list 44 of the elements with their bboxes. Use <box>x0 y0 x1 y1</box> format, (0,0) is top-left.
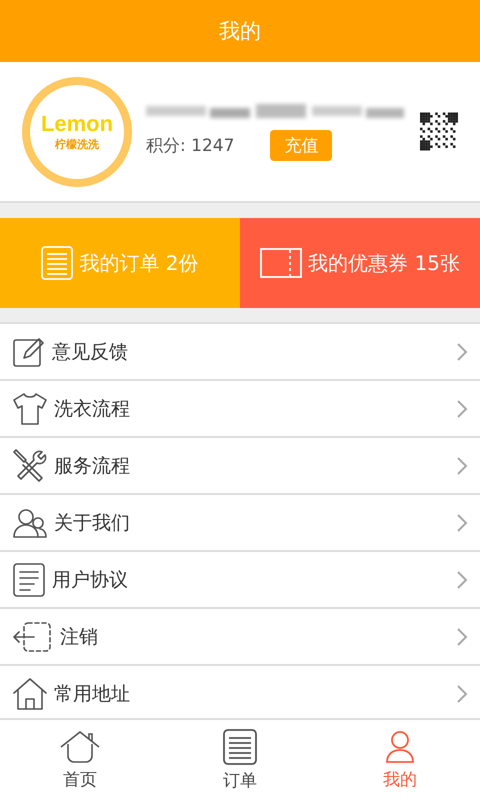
tab[interactable]: 首页 <box>0 720 160 800</box>
menu-item[interactable]: 常用地址 <box>0 666 480 718</box>
chevron-icon <box>456 684 468 704</box>
menu-item[interactable]: 意见反馈 <box>0 324 480 381</box>
coupon-icon <box>260 248 302 278</box>
card-label: 我的订单 2份 <box>79 250 199 276</box>
menu-item[interactable]: 用户协议 <box>0 552 480 609</box>
menu-item[interactable]: 关于我们 <box>0 495 480 552</box>
list-icon <box>223 728 257 764</box>
menu-label: 用户协议 <box>52 568 129 592</box>
menu-label: 洗衣流程 <box>54 396 131 422</box>
logo-caption: 柠檬洗洗 <box>55 137 99 152</box>
tab-label: 订单 <box>223 770 257 792</box>
menu-label: 常用地址 <box>54 682 131 706</box>
menu-item[interactable]: 洗衣流程 <box>0 381 480 438</box>
tab[interactable]: 订单 <box>160 720 320 800</box>
points-label: 积分: 1247 <box>146 135 234 157</box>
card-label: 我的优惠券 15张 <box>308 250 460 276</box>
people-icon <box>12 506 48 538</box>
menu-item[interactable]: 注销 <box>0 609 480 666</box>
chevron-icon <box>456 398 468 418</box>
house-icon <box>12 676 48 710</box>
menu-item[interactable]: 服务流程 <box>0 438 480 495</box>
menu-label: 意见反馈 <box>52 340 129 364</box>
page-title: 我的 <box>219 18 261 45</box>
chevron-icon <box>456 626 468 646</box>
home-icon <box>59 730 101 764</box>
edit-icon <box>12 336 46 368</box>
chevron-icon <box>456 342 468 362</box>
list-icon <box>41 246 74 280</box>
chevron-icon <box>456 456 468 476</box>
logo-word: Lemon <box>40 111 114 137</box>
logout-icon <box>12 620 54 654</box>
shirt-icon <box>12 392 48 426</box>
person-icon <box>385 730 415 764</box>
menu-label: 服务流程 <box>54 454 131 478</box>
tab-label: 首页 <box>63 768 97 790</box>
document-icon <box>12 562 46 598</box>
chevron-icon <box>456 570 468 590</box>
menu-label: 注销 <box>60 624 99 650</box>
menu-label: 关于我们 <box>54 510 131 536</box>
chevron-icon <box>456 512 468 532</box>
tools-icon <box>12 448 48 484</box>
tab-label: 我的 <box>383 768 417 790</box>
